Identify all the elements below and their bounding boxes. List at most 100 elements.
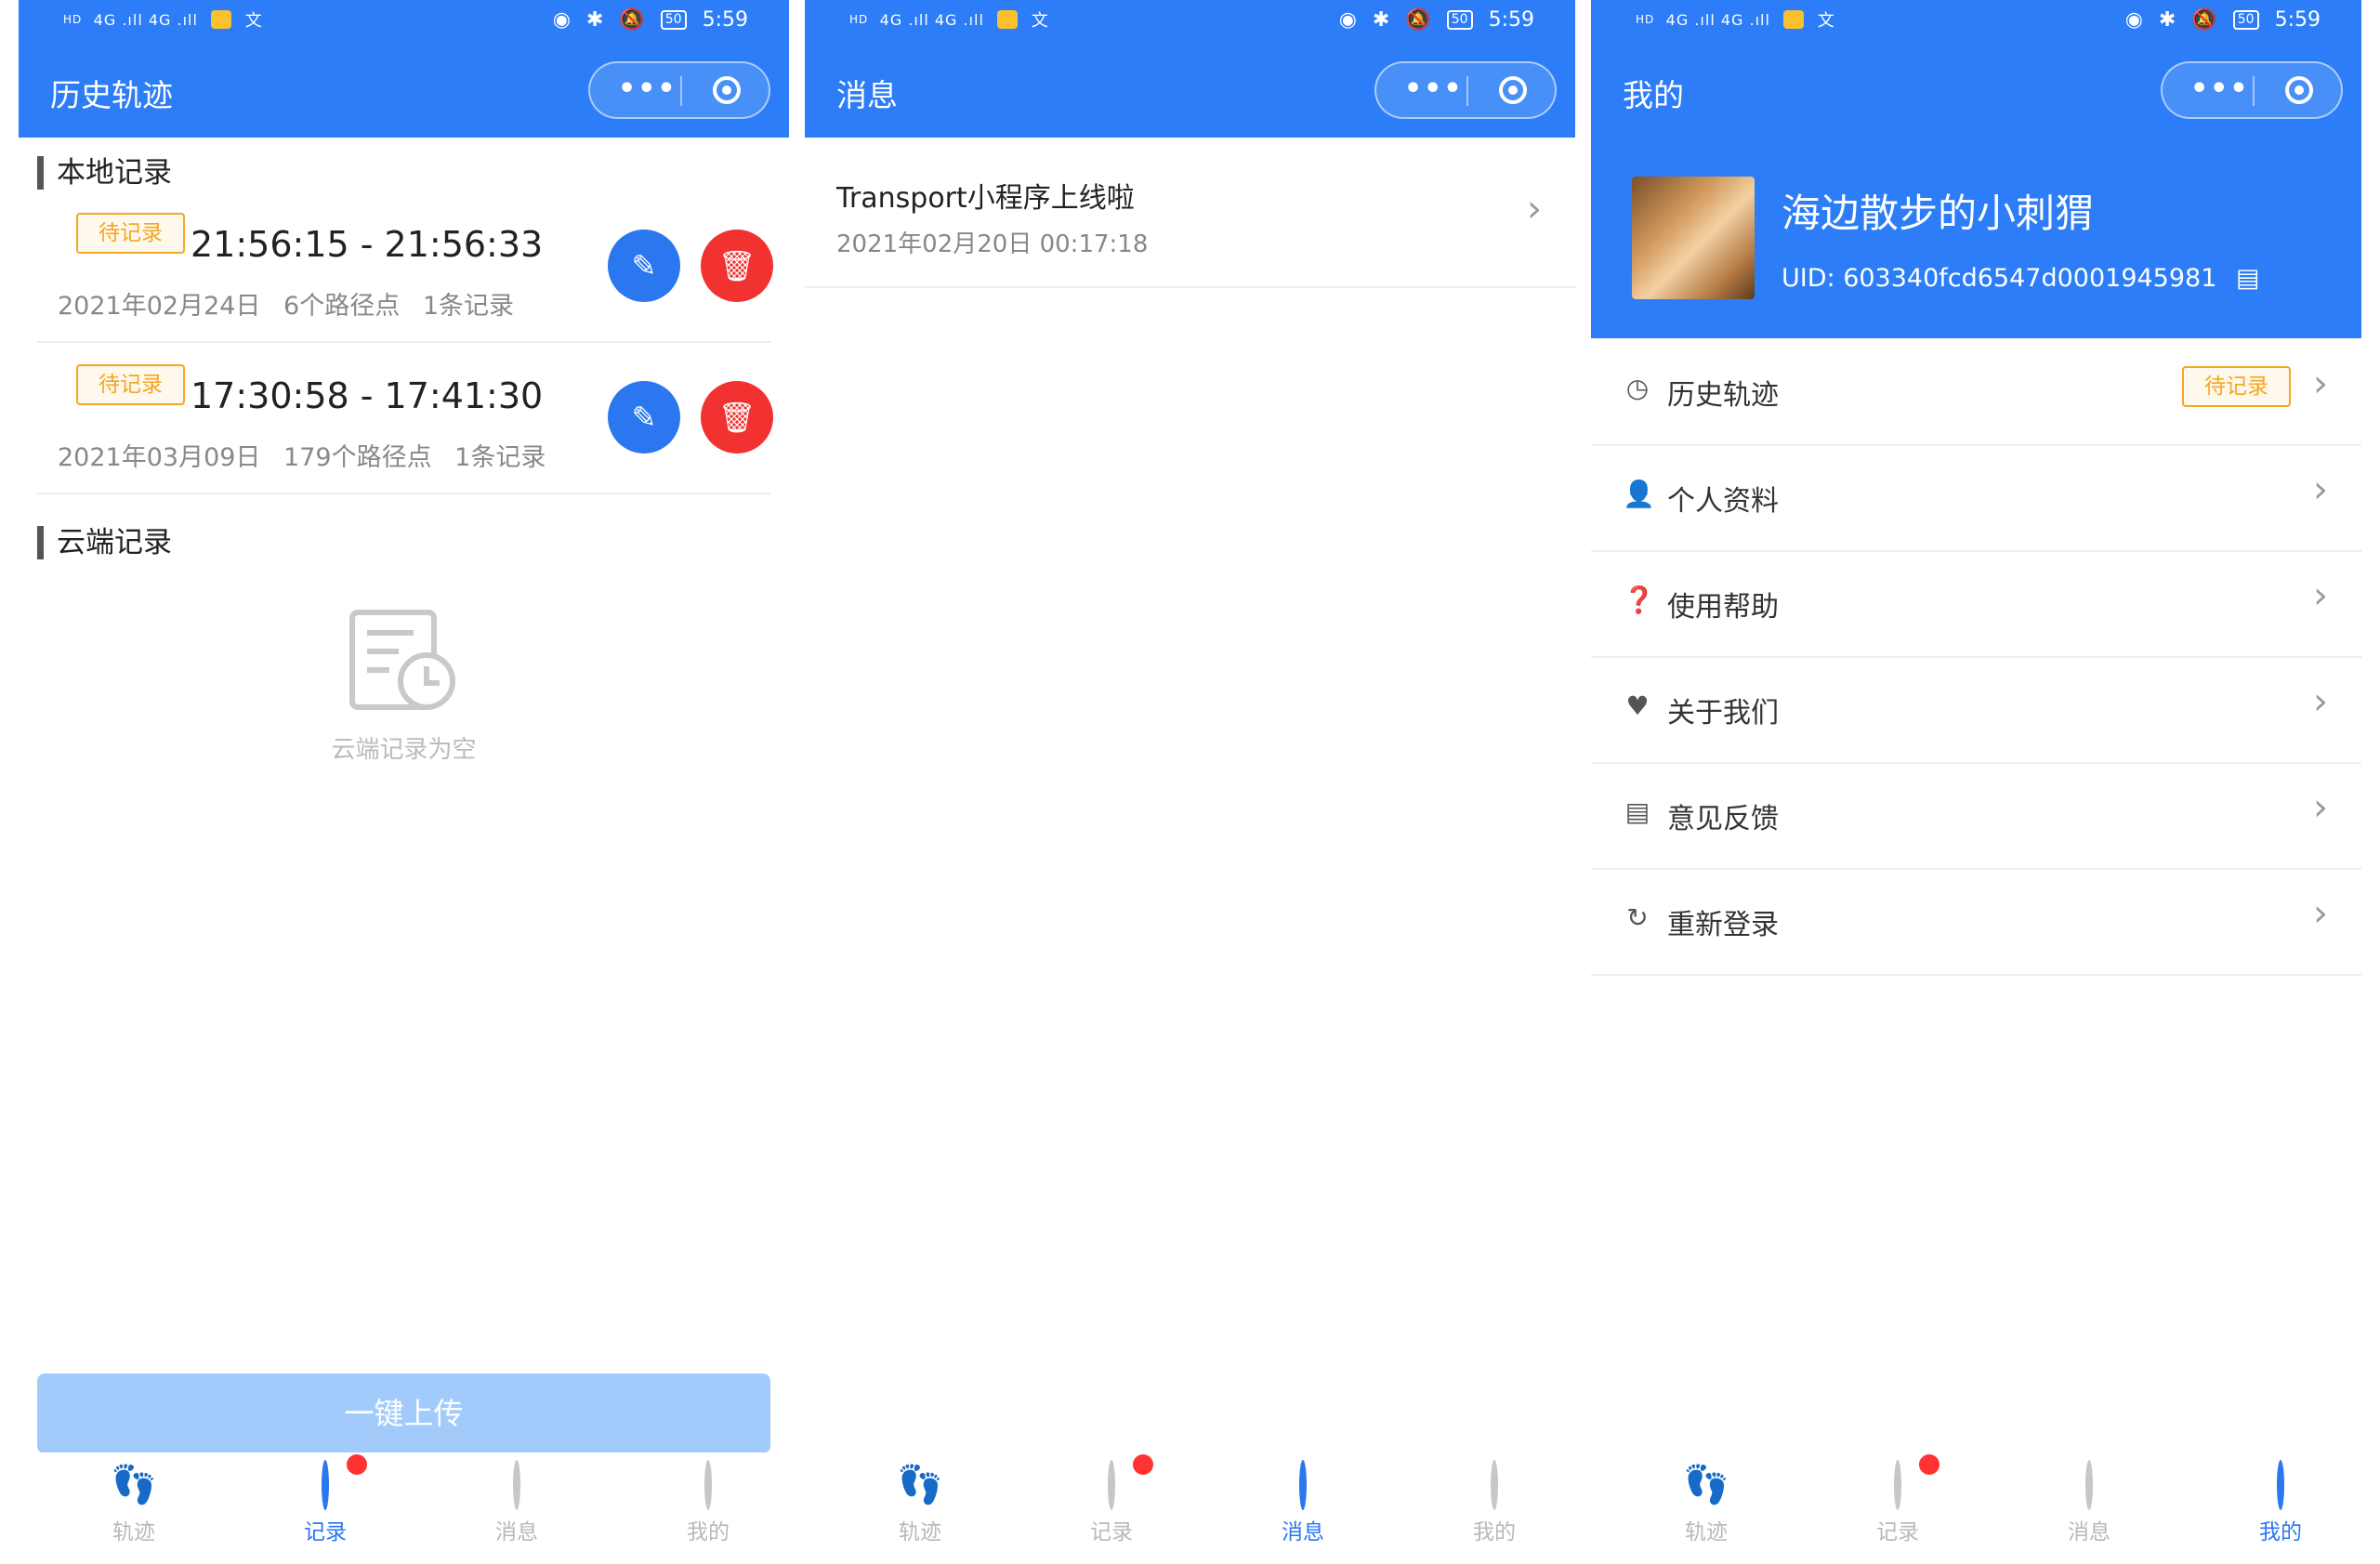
edit-button[interactable]: ✎ [608,230,680,302]
tab-bar: 👣 轨迹 记录 消息 我的 [1591,1452,2361,1564]
history-screen: HD 4G .ıll 4G .ıll 文 ◉ ✱ 🔕 50 5:59 历史轨迹 … [19,0,789,1564]
record-date: 2021年02月24日 [58,292,261,321]
record-meta: 2021年03月09日 179个路径点 1条记录 [58,437,546,473]
user-icon [2255,1460,2306,1510]
chevron-right-icon: › [1527,188,1542,230]
bluetooth-icon: ✱ [1372,7,1390,32]
footprint-icon: 👣 [1683,1464,1729,1506]
capsule-divider [1466,76,1468,106]
close-target-icon[interactable] [713,76,741,104]
clock-time: 5:59 [1488,7,1534,32]
more-icon[interactable]: ••• [2190,72,2250,106]
notification-icon [1783,10,1805,29]
menu-item-help[interactable]: ❓ 使用帮助 › [1591,550,2361,658]
ime-indicator: 文 [244,11,263,31]
mini-program-capsule: ••• [588,61,770,119]
signal-icon: 4G .ıll 4G .ıll [1665,10,1770,29]
user-icon [1469,1460,1519,1510]
tab-records[interactable]: 记录 [1842,1454,1953,1545]
hd-indicator: HD [1636,12,1655,26]
record-time-range: 17:30:58 - 17:41:30 [191,375,544,416]
tab-records[interactable]: 记录 [270,1454,381,1545]
tab-mine[interactable]: 我的 [1439,1460,1550,1545]
tab-mine[interactable]: 我的 [652,1460,764,1545]
menu-item-about[interactable]: ♥ 关于我们 › [1591,656,2361,764]
mine-screen: HD 4G .ıll 4G .ıll 文 ◉ ✱ 🔕 50 5:59 我的 ••… [1591,0,2361,1564]
tab-mine[interactable]: 我的 [2225,1460,2336,1545]
record-points: 179个路径点 [283,443,432,472]
delete-button[interactable]: 🗑 [701,230,773,302]
clock-icon [1873,1454,1940,1510]
record-count: 1条记录 [454,443,546,472]
more-icon[interactable]: ••• [1404,72,1464,106]
mute-icon: 🔕 [2191,7,2217,32]
tab-messages[interactable]: 消息 [461,1460,572,1545]
edit-button[interactable]: ✎ [608,381,680,453]
page-title: 消息 [836,77,898,113]
signal-icon: 4G .ıll 4G .ıll [879,10,984,29]
upload-all-button[interactable]: 一键上传 [37,1373,770,1453]
status-bar: HD 4G .ıll 4G .ıll 文 ◉ ✱ 🔕 50 5:59 [19,0,789,43]
notification-icon [211,10,232,29]
tab-records[interactable]: 记录 [1056,1454,1167,1545]
avatar[interactable] [1632,177,1755,299]
nav-bar: 我的 ••• [1591,43,2361,138]
tab-track[interactable]: 👣 轨迹 [864,1460,976,1545]
message-item[interactable]: Transport小程序上线啦 2021年02月20日 00:17:18 › [805,139,1575,288]
battery-indicator: 50 [2232,9,2259,30]
heart-icon: ♥ [1625,690,1650,721]
bluetooth-icon: ✱ [2158,7,2176,32]
record-date: 2021年03月09日 [58,443,261,472]
tab-messages[interactable]: 消息 [2033,1460,2145,1545]
clock-time: 5:59 [702,7,748,32]
clock-icon [1086,1454,1153,1510]
status-bar: HD 4G .ıll 4G .ıll 文 ◉ ✱ 🔕 50 5:59 [1591,0,2361,43]
hd-indicator: HD [63,12,83,26]
user-uid: UID: 603340fcd6547d0001945981 ▤ [1782,264,2260,293]
user-icon [683,1460,733,1510]
tab-bar: 👣 轨迹 记录 消息 我的 [805,1452,1575,1564]
menu-item-relogin[interactable]: ↻ 重新登录 › [1591,868,2361,976]
page-title: 历史轨迹 [50,77,173,113]
menu-item-history[interactable]: ◷ 历史轨迹 待记录 › [1591,338,2361,446]
refresh-icon: ↻ [1626,902,1649,933]
mute-icon: 🔕 [1405,7,1431,32]
tab-track[interactable]: 👣 轨迹 [1650,1460,1762,1545]
message-icon [492,1460,542,1510]
close-target-icon[interactable] [1499,76,1527,104]
record-item[interactable]: 待记录 21:56:15 - 21:56:33 2021年02月24日 6个路径… [37,191,773,343]
message-icon [1278,1460,1328,1510]
chevron-right-icon: › [2313,892,2328,935]
footprint-icon: 👣 [897,1464,943,1506]
pencil-icon: ✎ [631,400,657,435]
more-icon[interactable]: ••• [618,72,677,106]
record-item[interactable]: 待记录 17:30:58 - 17:41:30 2021年03月09日 179个… [37,342,773,494]
battery-indicator: 50 [660,9,687,30]
pending-badge: 待记录 [2182,366,2291,407]
record-meta: 2021年02月24日 6个路径点 1条记录 [58,285,514,322]
page-title: 我的 [1623,77,1684,113]
signal-icon: 4G .ıll 4G .ıll [93,10,198,29]
close-target-icon[interactable] [2285,76,2313,104]
clock-icon: ◷ [1625,373,1650,403]
chevron-right-icon: › [2313,468,2328,511]
record-count: 1条记录 [422,292,514,321]
pencil-icon: ✎ [631,248,657,283]
tab-track[interactable]: 👣 轨迹 [78,1460,190,1545]
tab-messages[interactable]: 消息 [1247,1460,1359,1545]
delete-button[interactable]: 🗑 [701,381,773,453]
ime-indicator: 文 [1031,11,1049,31]
unread-dot [347,1454,367,1475]
empty-records-text: 云端记录为空 [331,736,477,764]
eye-icon: ◉ [552,7,571,32]
pending-badge: 待记录 [76,213,185,254]
local-records-title: 本地记录 [37,156,172,190]
chevron-right-icon: › [2313,362,2328,405]
menu-item-feedback[interactable]: ▤ 意见反馈 › [1591,762,2361,870]
copy-icon[interactable]: ▤ [2236,264,2260,293]
trash-icon: 🗑 [717,248,756,283]
nav-bar: 历史轨迹 ••• [19,43,789,138]
footprint-icon: 👣 [111,1464,157,1506]
menu-item-profile[interactable]: 👤 个人资料 › [1591,444,2361,552]
chevron-right-icon: › [2313,680,2328,723]
